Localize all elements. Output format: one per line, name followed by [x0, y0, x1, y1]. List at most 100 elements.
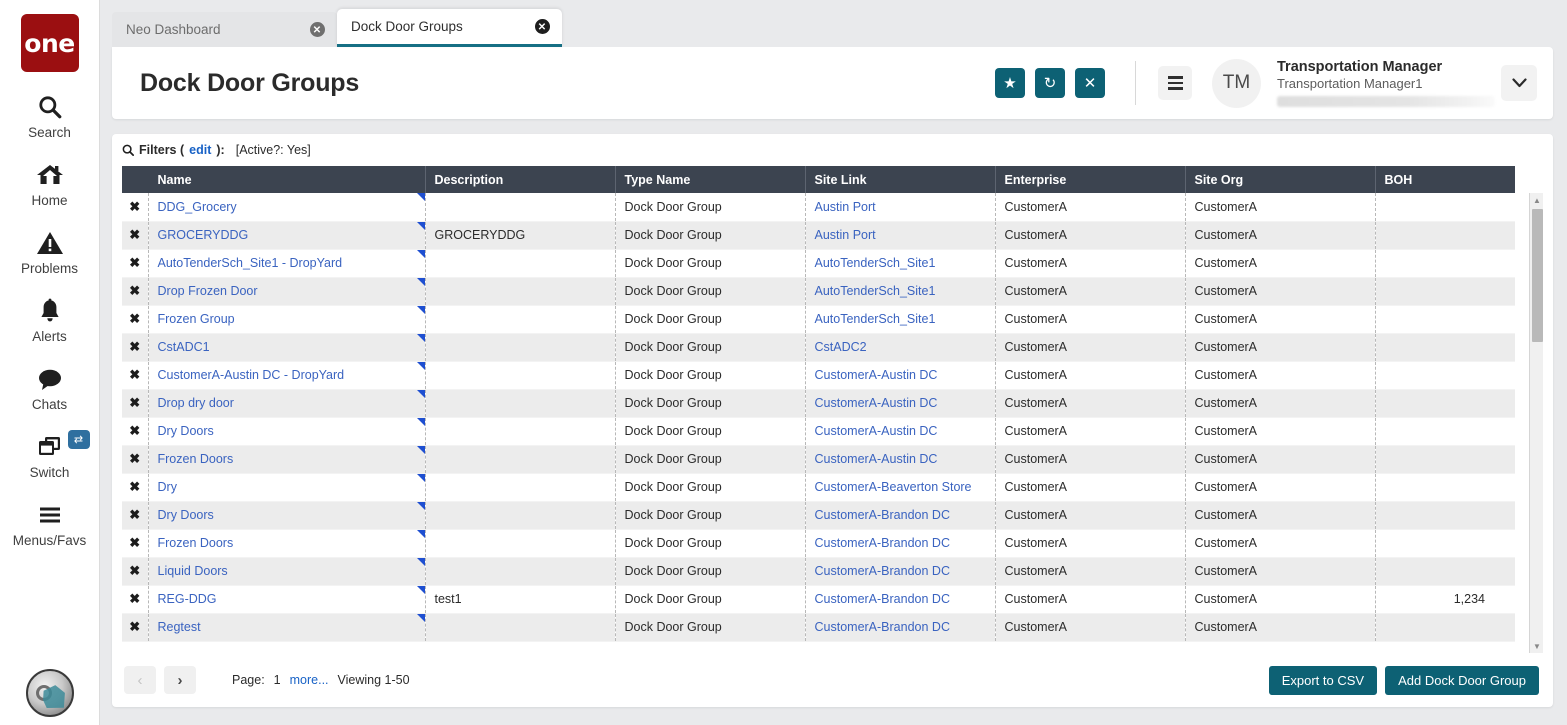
- cell-site-link[interactable]: CustomerA-Brandon DC: [805, 613, 995, 641]
- row-delete-icon[interactable]: ✖: [129, 311, 140, 327]
- name-link[interactable]: Dry Doors: [158, 424, 214, 438]
- table-row[interactable]: ✖Dry DoorsDock Door GroupCustomerA-Austi…: [122, 417, 1515, 445]
- avatar[interactable]: TM: [1212, 59, 1261, 108]
- sidebar-item-switch[interactable]: ⇄ Switch: [0, 432, 100, 480]
- row-delete-icon[interactable]: ✖: [129, 367, 140, 383]
- sidebar-item-alerts[interactable]: Alerts: [0, 296, 100, 344]
- table-row[interactable]: ✖RegtestDock Door GroupCustomerA-Brandon…: [122, 613, 1515, 641]
- row-delete-cell[interactable]: ✖: [122, 501, 148, 529]
- sidebar-item-home[interactable]: Home: [0, 160, 100, 208]
- name-link[interactable]: Regtest: [158, 620, 201, 634]
- site-link[interactable]: CustomerA-Beaverton Store: [815, 480, 972, 494]
- table-row[interactable]: ✖CstADC1Dock Door GroupCstADC2CustomerAC…: [122, 333, 1515, 361]
- site-link[interactable]: CustomerA-Brandon DC: [815, 620, 950, 634]
- name-link[interactable]: Dry: [158, 480, 177, 494]
- site-link[interactable]: CustomerA-Brandon DC: [815, 564, 950, 578]
- cell-name[interactable]: Drop dry door: [148, 389, 425, 417]
- cell-name[interactable]: GROCERYDDG: [148, 221, 425, 249]
- add-dock-door-group-button[interactable]: Add Dock Door Group: [1385, 666, 1539, 695]
- cell-name[interactable]: Frozen Doors: [148, 529, 425, 557]
- cell-name[interactable]: Frozen Doors: [148, 445, 425, 473]
- row-delete-icon[interactable]: ✖: [129, 563, 140, 579]
- name-link[interactable]: AutoTenderSch_Site1 - DropYard: [158, 256, 343, 270]
- cell-name[interactable]: Liquid Doors: [148, 557, 425, 585]
- table-row[interactable]: ✖CustomerA-Austin DC - DropYardDock Door…: [122, 361, 1515, 389]
- row-delete-icon[interactable]: ✖: [129, 479, 140, 495]
- name-link[interactable]: Liquid Doors: [158, 564, 228, 578]
- more-pages-link[interactable]: more...: [290, 673, 329, 687]
- name-link[interactable]: DDG_Grocery: [158, 200, 237, 214]
- row-delete-cell[interactable]: ✖: [122, 389, 148, 417]
- name-link[interactable]: Frozen Doors: [158, 452, 234, 466]
- row-delete-icon[interactable]: ✖: [129, 507, 140, 523]
- cell-name[interactable]: DDG_Grocery: [148, 193, 425, 221]
- column-header-type-name[interactable]: Type Name: [615, 166, 805, 193]
- site-link[interactable]: CustomerA-Brandon DC: [815, 508, 950, 522]
- scroll-up-arrow-icon[interactable]: ▲: [1530, 193, 1543, 207]
- row-delete-cell[interactable]: ✖: [122, 417, 148, 445]
- cell-name[interactable]: Dry Doors: [148, 501, 425, 529]
- site-link[interactable]: AutoTenderSch_Site1: [815, 312, 936, 326]
- export-to-csv-button[interactable]: Export to CSV: [1269, 666, 1377, 695]
- cell-site-link[interactable]: CustomerA-Austin DC: [805, 389, 995, 417]
- cell-site-link[interactable]: CustomerA-Beaverton Store: [805, 473, 995, 501]
- cell-name[interactable]: Regtest: [148, 613, 425, 641]
- scrollbar-thumb[interactable]: [1532, 209, 1543, 342]
- row-delete-cell[interactable]: ✖: [122, 613, 148, 641]
- table-row[interactable]: ✖Frozen DoorsDock Door GroupCustomerA-Au…: [122, 445, 1515, 473]
- site-link[interactable]: Austin Port: [815, 200, 876, 214]
- row-delete-icon[interactable]: ✖: [129, 255, 140, 271]
- cell-site-link[interactable]: CustomerA-Brandon DC: [805, 585, 995, 613]
- site-link[interactable]: CustomerA-Austin DC: [815, 396, 938, 410]
- row-delete-icon[interactable]: ✖: [129, 227, 140, 243]
- column-header-description[interactable]: Description: [425, 166, 615, 193]
- tab-neo-dashboard[interactable]: Neo Dashboard ✕: [112, 12, 337, 47]
- name-link[interactable]: Drop dry door: [158, 396, 234, 410]
- site-link[interactable]: AutoTenderSch_Site1: [815, 284, 936, 298]
- name-link[interactable]: CustomerA-Austin DC - DropYard: [158, 368, 345, 382]
- cell-site-link[interactable]: CustomerA-Brandon DC: [805, 557, 995, 585]
- cell-name[interactable]: Dry Doors: [148, 417, 425, 445]
- table-row[interactable]: ✖Frozen GroupDock Door GroupAutoTenderSc…: [122, 305, 1515, 333]
- site-link[interactable]: CustomerA-Austin DC: [815, 368, 938, 382]
- cell-name[interactable]: CustomerA-Austin DC - DropYard: [148, 361, 425, 389]
- cell-name[interactable]: CstADC1: [148, 333, 425, 361]
- name-link[interactable]: REG-DDG: [158, 592, 217, 606]
- site-link[interactable]: CustomerA-Brandon DC: [815, 592, 950, 606]
- column-header-boh[interactable]: BOH: [1375, 166, 1499, 193]
- site-link[interactable]: CustomerA-Brandon DC: [815, 536, 950, 550]
- row-delete-cell[interactable]: ✖: [122, 557, 148, 585]
- close-page-button[interactable]: ✕: [1075, 68, 1105, 98]
- table-vertical-scrollbar[interactable]: ▲ ▼: [1529, 193, 1543, 653]
- column-header-enterprise[interactable]: Enterprise: [995, 166, 1185, 193]
- row-delete-cell[interactable]: ✖: [122, 249, 148, 277]
- site-link[interactable]: CstADC2: [815, 340, 867, 354]
- scroll-down-arrow-icon[interactable]: ▼: [1530, 639, 1543, 653]
- site-link[interactable]: CustomerA-Austin DC: [815, 452, 938, 466]
- table-row[interactable]: ✖GROCERYDDGGROCERYDDGDock Door GroupAust…: [122, 221, 1515, 249]
- cell-site-link[interactable]: Austin Port: [805, 221, 995, 249]
- row-delete-icon[interactable]: ✖: [129, 423, 140, 439]
- row-delete-cell[interactable]: ✖: [122, 277, 148, 305]
- cell-site-link[interactable]: CustomerA-Austin DC: [805, 417, 995, 445]
- column-header-site-link[interactable]: Site Link: [805, 166, 995, 193]
- row-delete-cell[interactable]: ✖: [122, 585, 148, 613]
- cell-name[interactable]: Drop Frozen Door: [148, 277, 425, 305]
- brand-logo[interactable]: one: [21, 14, 79, 72]
- row-delete-cell[interactable]: ✖: [122, 221, 148, 249]
- row-delete-cell[interactable]: ✖: [122, 529, 148, 557]
- tab-close-icon[interactable]: ✕: [535, 19, 550, 34]
- cell-site-link[interactable]: CstADC2: [805, 333, 995, 361]
- sidebar-item-search[interactable]: Search: [0, 92, 100, 140]
- name-link[interactable]: Frozen Doors: [158, 536, 234, 550]
- sidebar-item-problems[interactable]: Problems: [0, 228, 100, 276]
- row-delete-icon[interactable]: ✖: [129, 619, 140, 635]
- cell-site-link[interactable]: CustomerA-Brandon DC: [805, 501, 995, 529]
- row-delete-cell[interactable]: ✖: [122, 305, 148, 333]
- table-row[interactable]: ✖REG-DDGtest1Dock Door GroupCustomerA-Br…: [122, 585, 1515, 613]
- table-row[interactable]: ✖DryDock Door GroupCustomerA-Beaverton S…: [122, 473, 1515, 501]
- table-row[interactable]: ✖Drop Frozen DoorDock Door GroupAutoTend…: [122, 277, 1515, 305]
- user-menu-chevron-down-icon[interactable]: [1501, 65, 1537, 101]
- cell-site-link[interactable]: CustomerA-Brandon DC: [805, 529, 995, 557]
- assistant-avatar-icon[interactable]: [26, 669, 74, 717]
